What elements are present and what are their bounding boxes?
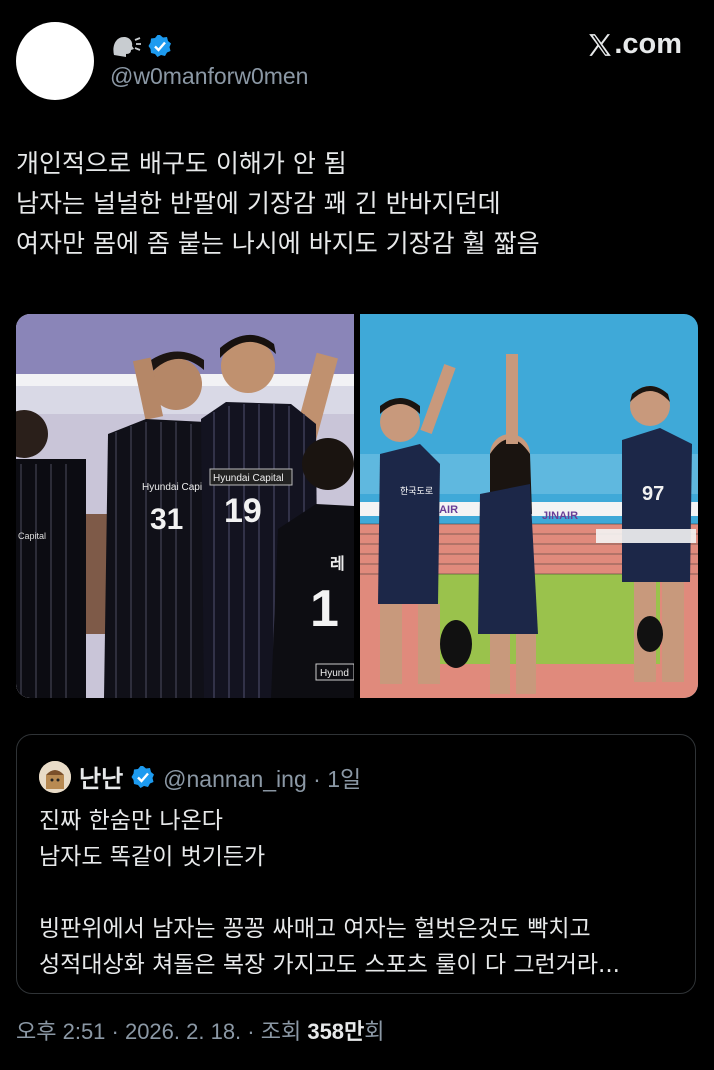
view-count: 358만 xyxy=(307,1019,365,1044)
jersey-number-31: 31 xyxy=(150,503,183,536)
jersey-text-4: 레 xyxy=(330,554,345,573)
tweet-meta: 오후 2:51 · 2026. 2. 18. · 조회 358만회 xyxy=(16,1014,385,1046)
jersey-text-3: Capital xyxy=(18,531,46,541)
jersey-number-97: 97 xyxy=(642,483,664,505)
verified-badge-icon xyxy=(131,765,155,788)
jersey-text-5: Hyund xyxy=(320,668,349,679)
jersey-number-19: 19 xyxy=(224,492,262,530)
quoted-tweet[interactable]: 난난 @nannan_ing · 1일 진짜 한숨만 나온다 남자도 똑같이 벗… xyxy=(16,734,696,994)
source-label: .com xyxy=(614,28,682,60)
photo-women-volleyball[interactable]: JINAIR JINAIR JINAIR 한국도로 97 xyxy=(360,314,698,698)
tweet-screenshot: @w0manforw0men .com 개인적으로 배구도 이해가 안 됨 남자… xyxy=(0,0,714,1070)
quote-header: 난난 @nannan_ing · 1일 xyxy=(39,759,361,794)
jersey-number-1: 1 xyxy=(310,580,339,638)
quote-display-name[interactable]: 난난 xyxy=(79,759,123,794)
team-name-text: 한국도로 xyxy=(400,486,433,497)
view-suffix: 회 xyxy=(364,1019,385,1044)
jersey-text-2: Hyundai Capital xyxy=(213,473,284,484)
avatar[interactable] xyxy=(16,22,94,100)
tweet-text: 개인적으로 배구도 이해가 안 됨 남자는 널널한 반팔에 기장감 꽤 긴 반바… xyxy=(16,149,540,258)
quote-avatar[interactable] xyxy=(39,760,71,793)
banner-text-2: JINAIR xyxy=(542,510,578,522)
source-watermark: .com xyxy=(587,28,682,61)
user-handle[interactable]: @w0manforw0men xyxy=(110,63,308,90)
verified-badge-icon xyxy=(148,35,171,57)
x-logo-icon xyxy=(589,33,612,56)
quote-handle[interactable]: @nannan_ing · 1일 xyxy=(163,760,361,794)
display-name[interactable] xyxy=(110,30,172,62)
post-timestamp[interactable]: 오후 2:51 · 2026. 2. 18. · 조회 xyxy=(16,1019,307,1044)
jersey-text-1: Hyundai Capit xyxy=(142,482,205,493)
speaking-head-icon xyxy=(113,37,141,57)
photo-men-volleyball[interactable]: Capital Hyundai Capit 31 Hyundai Capital… xyxy=(16,314,354,698)
quote-text: 진짜 한숨만 나온다 남자도 똑같이 벗기든가 빙판위에서 남자는 꽁꽁 싸매고… xyxy=(39,808,620,978)
